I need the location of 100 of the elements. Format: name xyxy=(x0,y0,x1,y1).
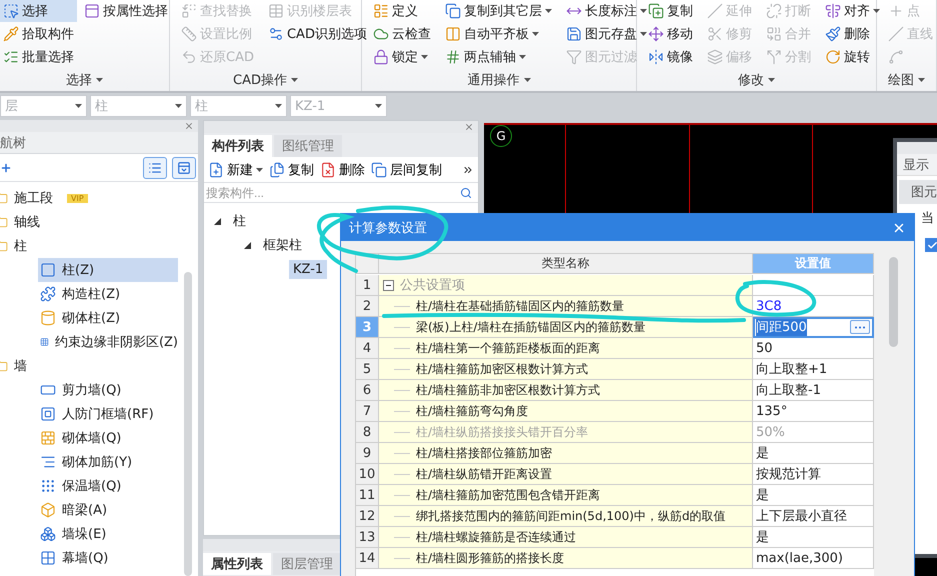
ribbon-button[interactable]: 云检查 xyxy=(370,23,434,45)
search-icon[interactable] xyxy=(460,186,472,198)
ribbon-button[interactable]: 复制到其它层 xyxy=(442,0,555,22)
setting-value[interactable]: 是 xyxy=(753,443,874,464)
setting-name: 柱/墙柱螺旋箍筋是否连续通过 xyxy=(416,528,576,546)
checkbox[interactable] xyxy=(925,238,937,252)
ribbon-button[interactable]: 自动平齐板 xyxy=(442,23,555,45)
scrollbar[interactable] xyxy=(889,257,898,347)
ribbon-button[interactable]: 对齐 xyxy=(822,0,883,22)
expand-arrow-icon[interactable] xyxy=(244,242,251,248)
toolbar-button[interactable]: 层间复制 xyxy=(371,160,442,178)
tree-item[interactable]: 墙 xyxy=(14,357,27,375)
delete-file-icon xyxy=(320,162,336,178)
toolbar-button[interactable]: 新建 xyxy=(208,160,263,178)
tree-item[interactable]: 墙垛(E) xyxy=(38,522,178,546)
dots-icon xyxy=(854,326,866,328)
setting-value[interactable]: 向上取整-1 xyxy=(753,380,874,401)
setting-value[interactable]: 是 xyxy=(753,485,874,506)
caret-icon xyxy=(375,104,382,108)
align-icon xyxy=(825,3,841,19)
setting-value[interactable]: 间距500 xyxy=(753,317,874,338)
square-icon xyxy=(40,262,56,278)
ribbon-button[interactable]: 旋转 xyxy=(822,46,883,68)
close-icon[interactable] xyxy=(464,122,474,132)
panel-tab[interactable]: 构件列表 xyxy=(204,135,272,157)
column-header: 类型名称 xyxy=(379,254,753,274)
tree-item[interactable]: 砌体加筋(Y) xyxy=(38,450,178,474)
cloud-icon xyxy=(373,26,389,42)
expand-arrow-icon[interactable] xyxy=(214,218,221,224)
setting-value[interactable]: 135° xyxy=(753,401,874,422)
list-view-button[interactable] xyxy=(143,156,167,178)
toolbar-button[interactable]: 删除 xyxy=(320,160,365,178)
row-number: 4 xyxy=(356,338,379,359)
row-number: 2 xyxy=(356,296,379,317)
row-number: 12 xyxy=(356,506,379,527)
setting-value[interactable]: 按规范计算 xyxy=(753,464,874,485)
split-icon xyxy=(766,49,782,65)
setting-value[interactable]: 向上取整+1 xyxy=(753,359,874,380)
ribbon-button[interactable]: 批量选择 xyxy=(0,46,77,68)
plus-icon[interactable] xyxy=(0,162,12,174)
toolbar-button[interactable]: 复制 xyxy=(269,160,314,178)
tree-item[interactable]: 砌体柱(Z) xyxy=(38,306,178,330)
tree-item[interactable]: KZ-1 xyxy=(289,260,328,278)
unlink-icon xyxy=(766,3,782,19)
radio-label: 当 xyxy=(921,210,934,227)
group-label: 通用操作 xyxy=(468,72,520,89)
grid-icon xyxy=(40,550,56,566)
ribbon-button[interactable]: CAD识别选项 xyxy=(264,23,370,45)
tree-item[interactable]: 施工段 xyxy=(14,189,53,207)
tree-item[interactable]: 轴线 xyxy=(14,213,40,231)
ribbon-button[interactable]: 定义 xyxy=(370,0,434,22)
setting-name: 柱/墙柱搭接部位箍筋加密 xyxy=(416,444,552,462)
setting-value[interactable]: 上下层最小直径 xyxy=(753,506,874,527)
pointer-icon xyxy=(3,3,19,19)
setting-value[interactable]: max(lae,300) xyxy=(753,548,874,569)
row-number: 8 xyxy=(356,422,379,443)
ribbon-button[interactable]: 锁定 xyxy=(370,46,434,68)
ribbon-button[interactable]: 选择 xyxy=(0,0,77,22)
combine-icon xyxy=(766,26,782,42)
tree-item[interactable]: 保温墙(Q) xyxy=(38,474,178,498)
lock-icon xyxy=(373,49,389,65)
ribbon-button[interactable]: 删除 xyxy=(822,23,883,45)
collapse-icon[interactable] xyxy=(383,280,394,290)
setting-value[interactable]: 50 xyxy=(753,338,874,359)
scissors-icon xyxy=(707,26,723,42)
tree-item[interactable]: 柱(Z) xyxy=(38,258,178,282)
copy-icon xyxy=(269,162,285,178)
close-icon[interactable] xyxy=(184,121,194,131)
setting-name: 柱/墙柱纵筋错开距离设置 xyxy=(416,466,552,482)
tree-item[interactable]: 砌体墙(Q) xyxy=(38,426,178,450)
tree-item[interactable]: 约束边缘非阴影区(Z) xyxy=(38,330,178,354)
more-button[interactable] xyxy=(850,320,870,334)
tree-item[interactable]: 柱 xyxy=(14,237,27,255)
scrollbar[interactable] xyxy=(184,272,192,576)
line-icon xyxy=(888,26,904,42)
setting-name: 柱/墙柱箍筋非加密区根数计算方式 xyxy=(416,382,600,398)
list-icon xyxy=(373,3,389,19)
caret-icon xyxy=(421,55,428,59)
rotate-icon xyxy=(825,49,841,65)
boxes-icon xyxy=(40,526,56,542)
ribbon-button[interactable]: 拾取构件 xyxy=(0,23,77,45)
panel-view-button[interactable] xyxy=(172,156,196,178)
tree-item[interactable]: 剪力墙(Q) xyxy=(38,378,178,402)
panel-tab[interactable]: 图元 xyxy=(899,180,937,204)
caret-icon xyxy=(640,9,647,13)
caret-icon xyxy=(519,55,526,59)
tree-item[interactable]: 幕墙(Q) xyxy=(38,546,178,570)
ribbon-button[interactable]: 按属性选择 xyxy=(81,0,171,22)
tree-item[interactable]: 人防门框墙(RF) xyxy=(38,402,178,426)
ribbon-button[interactable]: 两点辅轴 xyxy=(442,46,555,68)
tree-item-label: 剪力墙(Q) xyxy=(62,382,122,399)
setting-value[interactable]: 是 xyxy=(753,527,874,548)
setting-name: 柱/墙柱圆形箍筋的搭接长度 xyxy=(416,550,564,566)
tree-item[interactable]: 构造柱(Z) xyxy=(38,282,178,306)
tree-item[interactable]: 柱 xyxy=(229,210,250,232)
tree-item[interactable]: 框架柱 xyxy=(259,234,306,256)
panel-tab[interactable]: 属性列表 xyxy=(203,553,271,575)
tree-item[interactable]: 暗梁(A) xyxy=(38,498,178,522)
cylinder-icon xyxy=(40,310,56,326)
copy-icon xyxy=(371,162,387,178)
